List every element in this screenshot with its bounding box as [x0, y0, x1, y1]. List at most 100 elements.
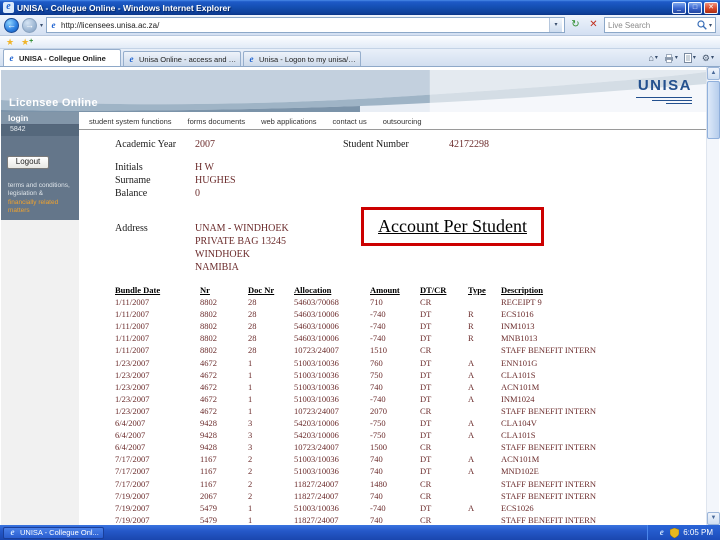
nav-link[interactable]: contact us [333, 117, 367, 126]
table-cell: STAFF BENEFIT INTERN [501, 345, 597, 356]
ie-window-icon: e [3, 2, 14, 13]
table-cell: 51003/10036 [294, 454, 339, 465]
account-title: Account Per Student [378, 216, 527, 236]
browser-tab[interactable]: e Unisa Online - access and regist... [123, 51, 241, 66]
table-cell: 51003/10036 [294, 502, 339, 513]
terms-line: terms and conditions, [8, 182, 70, 189]
table-cell: 1/11/2007 [115, 309, 150, 320]
forward-button[interactable]: → [22, 17, 37, 33]
academic-year-value: 2007 [195, 139, 215, 150]
nav-link[interactable]: outsourcing [383, 117, 422, 126]
tab-favicon-icon: e [249, 53, 254, 64]
table-cell: CR [420, 514, 432, 525]
account-table-body: 1/11/2007 8802 28 54603/70068 710 CR RECEIPT 9… [115, 296, 702, 525]
minimize-button[interactable]: _ [672, 1, 686, 14]
scrollbar-thumb[interactable] [707, 81, 720, 139]
column-header: Allocation [294, 285, 332, 295]
table-cell: 2 [248, 490, 253, 501]
table-cell: R [468, 333, 474, 344]
table-cell: 1/11/2007 [115, 297, 150, 308]
table-cell: 8802 [200, 321, 217, 332]
url-text[interactable]: http://licensees.unisa.ac.za/ [61, 21, 546, 30]
table-cell: -740 [370, 309, 386, 320]
terms-line: legislation & [8, 190, 44, 198]
table-cell: 4672 [200, 393, 217, 404]
nav-link[interactable]: web applications [261, 117, 316, 126]
tab-label: UNISA - Collegue Online [19, 53, 106, 63]
terms-link[interactable]: financially related matters [8, 199, 74, 216]
home-button[interactable]: ⌂ ▾ [648, 53, 657, 63]
search-dropdown-icon[interactable]: ▾ [709, 22, 712, 29]
sidebar-login-label: login [1, 112, 79, 125]
table-cell: 4672 [200, 381, 217, 392]
table-cell [468, 405, 501, 417]
table-cell: A [468, 393, 475, 404]
column-header: Nr [200, 285, 210, 295]
address-field[interactable]: e http://licensees.unisa.ac.za/ ▾ [46, 17, 565, 33]
refresh-button[interactable]: ↻ [568, 18, 583, 33]
column-header: DT/CR [420, 285, 447, 295]
account-title-box: Account Per Student [361, 207, 544, 246]
column-header: Description [501, 285, 544, 295]
balance-value: 0 [195, 188, 200, 199]
table-cell: DT [420, 502, 432, 513]
back-button[interactable]: ← [4, 17, 19, 33]
tools-menu-button[interactable]: ⚙ ▾ [702, 53, 714, 63]
table-cell: 51003/10036 [294, 466, 339, 477]
nav-link[interactable]: forms documents [188, 117, 246, 126]
address-bar: ← → ▾ e http://licensees.unisa.ac.za/ ▾ … [0, 15, 720, 36]
scroll-down-icon[interactable]: ▼ [707, 512, 720, 525]
browser-tab[interactable]: e UNISA - Collegue Online [3, 49, 121, 66]
tab-strip: e UNISA - Collegue Online e Unisa Online - … [3, 49, 361, 66]
favorites-star-icon[interactable]: ★ [6, 37, 14, 48]
vertical-scrollbar[interactable]: ▲ ▼ [706, 67, 720, 525]
table-cell: 11827/24007 [294, 490, 339, 501]
table-row: 1/23/2007 4672 1 51003/10036 740 DT A ACN101M [115, 381, 702, 393]
history-dropdown-icon[interactable]: ▾ [40, 22, 43, 29]
security-shield-icon[interactable] [670, 527, 680, 538]
page-menu-button[interactable]: ▾ [683, 53, 696, 63]
initials-value: H W [195, 162, 214, 173]
table-cell: DT [420, 309, 432, 320]
column-header: Amount [370, 285, 400, 295]
table-cell: ACN101M [501, 454, 540, 465]
table-row: 7/17/2007 1167 2 11827/24007 1480 CR STAFF BEN… [115, 478, 702, 490]
table-cell: 1 [248, 357, 253, 368]
stop-button[interactable]: ✕ [586, 18, 601, 33]
logout-button[interactable]: Logout [7, 155, 49, 169]
printer-icon [664, 53, 673, 63]
home-icon: ⌂ [648, 53, 654, 63]
sidebar-terms: terms and conditions, legislation & fina… [8, 182, 74, 216]
tab-label: Unisa Online - access and regist... [139, 54, 237, 64]
add-favorite-icon[interactable]: ★ + [21, 37, 33, 48]
nav-link[interactable]: student system functions [89, 117, 172, 126]
table-cell: CR [420, 345, 432, 356]
table-row: 6/4/2007 9428 3 54203/10006 -750 DT A CLA101S [115, 429, 702, 441]
table-cell: A [468, 357, 475, 368]
table-cell: 8802 [200, 345, 217, 356]
table-cell: 10723/24007 [294, 405, 339, 416]
table-cell: DT [420, 381, 432, 392]
taskbar-task-label: UNISA - Collegue Onl... [20, 528, 99, 537]
address-label: Address [115, 223, 148, 234]
table-cell: ECS1016 [501, 309, 534, 320]
sidebar-user-code: 5842 [1, 125, 79, 136]
table-cell: 28 [248, 333, 257, 344]
maximize-button[interactable]: □ [688, 1, 702, 14]
table-cell: 5479 [200, 502, 217, 513]
table-cell: A [468, 369, 475, 380]
browser-tab[interactable]: e Unisa - Logon to my unisa/colle... [243, 51, 361, 66]
table-cell: 1167 [200, 478, 217, 489]
table-cell: 1167 [200, 466, 217, 477]
print-button[interactable]: ▾ [664, 53, 678, 63]
taskbar-task-button[interactable]: e UNISA - Collegue Onl... [3, 526, 104, 539]
search-icon[interactable] [697, 20, 707, 30]
address-dropdown-icon[interactable]: ▾ [549, 18, 562, 32]
tray-ie-icon[interactable]: e [657, 528, 666, 537]
ie-icon: e [10, 527, 15, 537]
title-bar: e UNISA - Collegue Online - Windows Inte… [0, 0, 720, 15]
search-input[interactable]: Live Search ▾ [604, 17, 716, 33]
close-button[interactable]: ✕ [704, 1, 718, 14]
table-cell [468, 296, 501, 308]
scroll-up-icon[interactable]: ▲ [707, 67, 720, 80]
